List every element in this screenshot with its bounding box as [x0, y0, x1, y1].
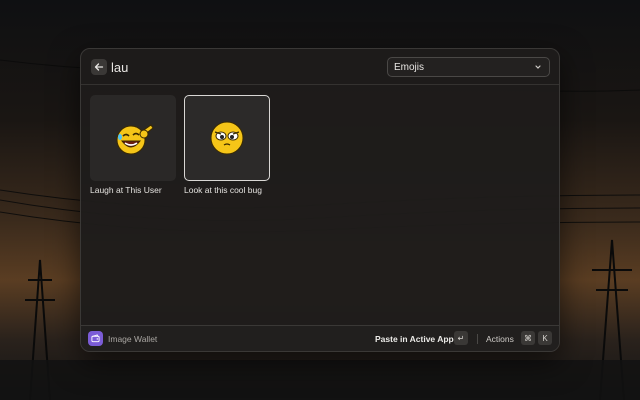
paste-action-button[interactable]: Paste in Active App	[375, 334, 454, 344]
k-key-hint: K	[538, 331, 552, 345]
actions-button[interactable]: Actions	[486, 334, 514, 344]
footer-separator	[477, 334, 478, 344]
command-key-hint: ⌘	[521, 331, 535, 345]
wallet-icon	[91, 334, 100, 343]
search-input[interactable]	[111, 59, 371, 75]
back-button[interactable]	[91, 59, 107, 75]
launcher-window: Emojis Laugh at This User	[80, 48, 560, 352]
action-bar: Image Wallet Paste in Active App ↵ Actio…	[81, 325, 559, 351]
result-label-cool-bug: Look at this cool bug	[184, 185, 262, 195]
arrow-left-icon	[94, 63, 104, 71]
result-tile-cool-bug[interactable]	[184, 95, 270, 181]
filter-dropdown-value: Emojis	[394, 61, 425, 73]
filter-dropdown[interactable]: Emojis	[387, 57, 550, 77]
return-key-hint: ↵	[454, 331, 468, 345]
laughing-pointing-emoji-icon	[116, 124, 154, 155]
result-tile-laugh[interactable]	[90, 95, 176, 181]
app-icon	[88, 331, 103, 346]
app-name: Image Wallet	[108, 334, 158, 344]
wide-eyed-emoji-icon	[210, 121, 244, 155]
search-header: Emojis	[81, 49, 559, 85]
chevron-down-icon	[535, 65, 541, 69]
result-label-laugh: Laugh at This User	[90, 185, 162, 195]
